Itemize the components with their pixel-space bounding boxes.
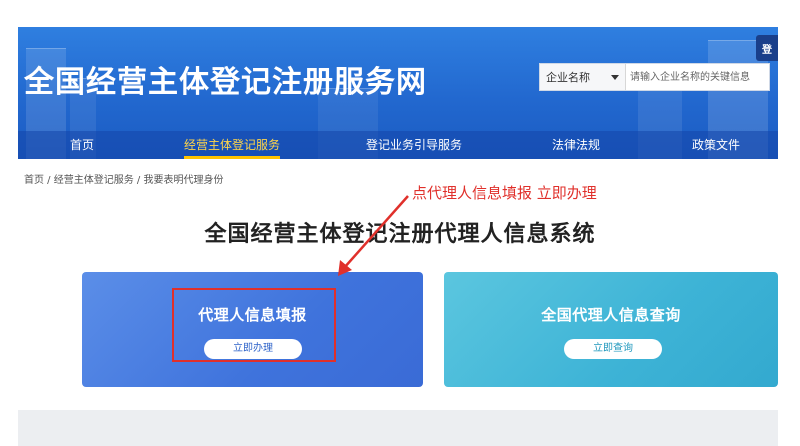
nav-item-guidance-service[interactable]: 登记业务引导服务 [366, 131, 462, 159]
search-box: 企业名称 [539, 63, 770, 91]
card-title: 全国代理人信息查询 [541, 306, 681, 324]
annotation-highlight-box [172, 288, 336, 362]
search-input[interactable] [626, 64, 769, 90]
annotation-text: 点代理人信息填报 立即办理 [412, 184, 597, 202]
nav-item-policy-documents[interactable]: 政策文件 [692, 131, 740, 159]
query-now-button[interactable]: 立即查询 [564, 339, 662, 359]
login-tab[interactable]: 登 [756, 35, 778, 61]
main-nav: 首页 经营主体登记服务 登记业务引导服务 法律法规 政策文件 [18, 131, 778, 159]
nav-item-registration-service[interactable]: 经营主体登记服务 [183, 131, 281, 159]
site-title: 全国经营主体登记注册服务网 [24, 65, 427, 100]
agent-info-query-card[interactable]: 全国代理人信息查询 立即查询 [444, 272, 778, 387]
breadcrumb: 首页 / 经营主体登记服务 / 我要表明代理身份 [24, 175, 224, 186]
site-header: 登 全国经营主体登记注册服务网 企业名称 首页 经营主体登记服务 登记业务引导服… [18, 27, 778, 159]
footer-band [18, 410, 778, 446]
page-title: 全国经营主体登记注册代理人信息系统 [204, 222, 596, 247]
nav-item-laws[interactable]: 法律法规 [552, 131, 600, 159]
search-type-select[interactable]: 企业名称 [540, 64, 626, 90]
nav-item-home[interactable]: 首页 [70, 131, 94, 159]
chevron-down-icon [611, 74, 619, 80]
search-type-label: 企业名称 [546, 71, 590, 84]
